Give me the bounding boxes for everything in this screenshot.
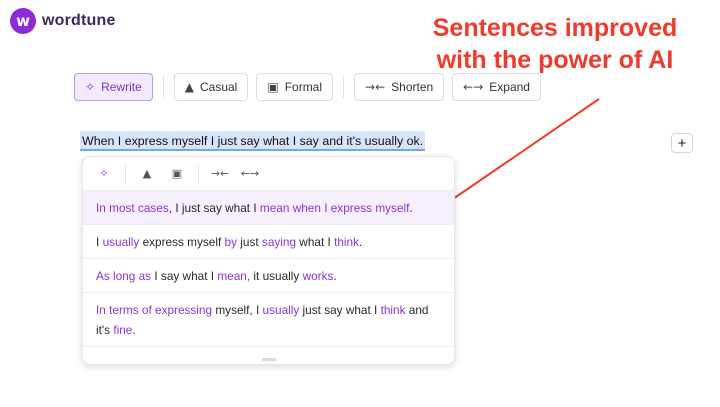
unchanged-phrase: it usually: [250, 269, 303, 283]
casual-button[interactable]: ▲ Casual: [173, 73, 249, 101]
suggestion-item[interactable]: I usually express myself by just saying …: [83, 225, 454, 259]
expand-label: Expand: [489, 80, 530, 94]
sparkles-icon: ✧: [85, 80, 96, 94]
changed-phrase: usually: [262, 303, 300, 317]
shorten-button[interactable]: →← Shorten: [354, 73, 445, 101]
selected-sentence[interactable]: When I express myself I just say what I …: [80, 131, 426, 151]
sneaker-icon[interactable]: ▲: [134, 163, 160, 185]
changed-phrase: works: [302, 269, 334, 283]
changed-phrase: think: [334, 235, 359, 249]
panel-toolbar: ✧ ▲ ▣ →← ←→: [83, 157, 454, 191]
unchanged-phrase: .: [358, 235, 363, 249]
arrows-outward-icon: ←→: [463, 80, 484, 94]
changed-phrase: In terms of expressing: [96, 303, 213, 317]
sparkles-icon[interactable]: ✧: [91, 163, 117, 185]
formal-button[interactable]: ▣ Formal: [256, 73, 334, 101]
suggestion-item[interactable]: In most cases, I just say what I mean wh…: [83, 191, 454, 225]
plus-icon: +: [677, 134, 687, 152]
changed-phrase: usually: [102, 235, 140, 249]
add-button[interactable]: +: [671, 133, 693, 153]
changed-phrase: As long as: [96, 269, 152, 283]
suggestion-list: In most cases, I just say what I mean wh…: [83, 191, 454, 347]
expand-button[interactable]: ←→ Expand: [452, 73, 541, 101]
arrows-outward-icon[interactable]: ←→: [237, 163, 263, 185]
changed-phrase: by: [224, 235, 237, 249]
logo-mark: w: [10, 8, 36, 34]
panel-toolbar-divider: [198, 164, 199, 183]
unchanged-phrase: just: [237, 235, 262, 249]
unchanged-phrase: .: [409, 201, 413, 215]
sneaker-icon: ▲: [184, 80, 194, 94]
resize-grip[interactable]: [261, 358, 276, 361]
unchanged-phrase: .: [333, 269, 337, 283]
suggestions-panel: ✧ ▲ ▣ →← ←→ In most cases, I just say wh…: [82, 156, 455, 365]
changed-phrase: In most cases: [96, 201, 169, 215]
rewrite-button[interactable]: ✧ Rewrite: [74, 73, 153, 101]
suggestion-item[interactable]: As long as I say what I mean, it usually…: [83, 259, 454, 293]
toolbar-divider: [343, 76, 345, 98]
logo-text: wordtune: [42, 12, 116, 29]
changed-phrase: think: [380, 303, 406, 317]
changed-phrase: mean when I express myself: [259, 201, 410, 215]
rewrite-toolbar: ✧ Rewrite ▲ Casual ▣ Formal →← Shorten ←…: [74, 73, 541, 101]
wordtune-logo[interactable]: w wordtune: [10, 8, 116, 34]
shorten-label: Shorten: [391, 80, 434, 94]
unchanged-phrase: .: [132, 323, 136, 337]
unchanged-phrase: myself, I: [212, 303, 263, 317]
toolbar-divider: [162, 76, 164, 98]
panel-toolbar-divider: [125, 164, 126, 183]
headline-line-2: with the power of AI: [436, 46, 674, 74]
briefcase-icon[interactable]: ▣: [164, 163, 190, 185]
changed-phrase: fine: [113, 323, 133, 337]
changed-phrase: mean,: [217, 269, 251, 283]
promo-headline: Sentences improved with the power of AI: [400, 12, 710, 76]
arrows-inward-icon: →←: [365, 80, 386, 94]
headline-line-1: Sentences improved: [432, 14, 678, 42]
unchanged-phrase: express myself: [139, 235, 225, 249]
unchanged-phrase: just say what I: [299, 303, 381, 317]
arrows-inward-icon[interactable]: →←: [207, 163, 233, 185]
suggestion-item[interactable]: In terms of expressing myself, I usually…: [83, 293, 454, 347]
unchanged-phrase: I say what I: [151, 269, 218, 283]
casual-label: Casual: [199, 80, 238, 94]
unchanged-phrase: , I just say what I: [168, 201, 260, 215]
unchanged-phrase: what I: [296, 235, 335, 249]
changed-phrase: saying: [261, 235, 297, 249]
briefcase-icon: ▣: [267, 80, 279, 94]
formal-label: Formal: [284, 80, 323, 94]
rewrite-label: Rewrite: [101, 80, 142, 94]
